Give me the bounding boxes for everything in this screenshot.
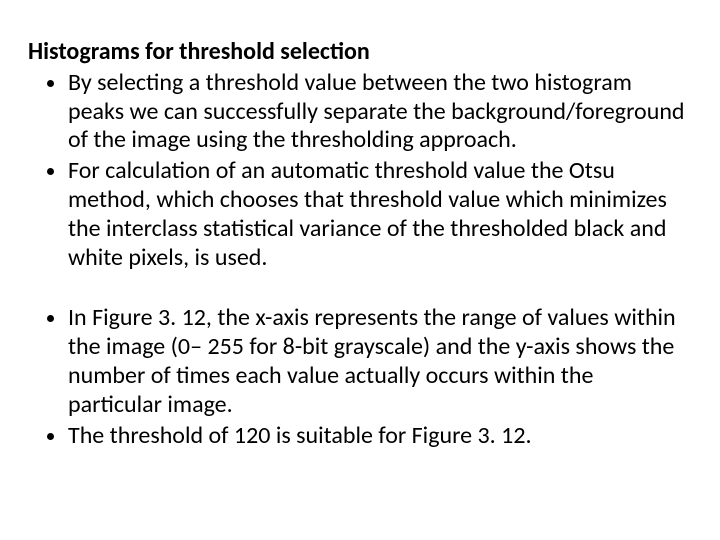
list-item: In Figure 3. 12, the x-axis represents t… (68, 304, 692, 419)
list-item: For calculation of an automatic threshol… (68, 157, 692, 272)
slide: Histograms for threshold selection By se… (0, 0, 720, 540)
list-item: The threshold of 120 is suitable for Fig… (68, 422, 692, 451)
slide-heading: Histograms for threshold selection (28, 38, 692, 67)
spacer (28, 274, 692, 304)
bullet-list-bottom: In Figure 3. 12, the x-axis represents t… (28, 304, 692, 450)
list-item: By selecting a threshold value between t… (68, 69, 692, 155)
bullet-list-top: By selecting a threshold value between t… (28, 69, 692, 273)
